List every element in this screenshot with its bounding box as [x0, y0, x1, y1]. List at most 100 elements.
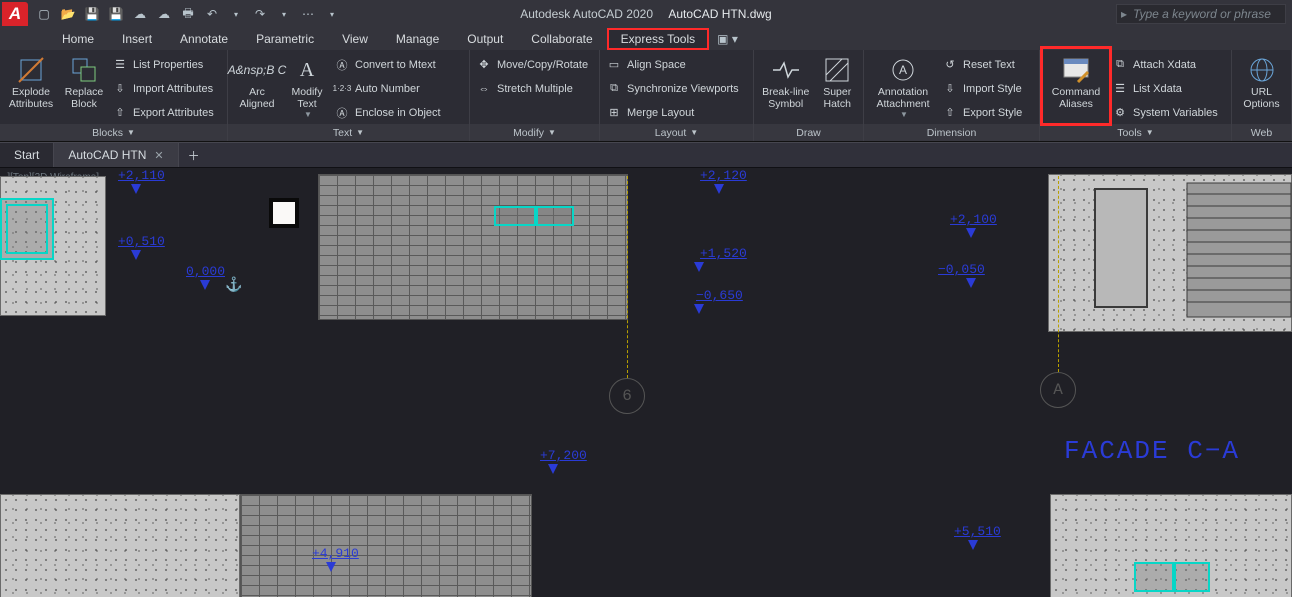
convert-mtext-icon: Ⓐ	[334, 57, 350, 73]
brick-segment	[240, 494, 532, 597]
close-icon[interactable]: ✕	[154, 149, 163, 162]
tab-home[interactable]: Home	[48, 28, 108, 50]
panel-draw-title: Draw	[754, 124, 863, 141]
app-menu-button[interactable]: A	[2, 2, 28, 26]
stretch-multiple-button[interactable]: ⇔Stretch Multiple	[476, 78, 588, 99]
modify-text-button[interactable]: A Modify Text▼	[286, 54, 328, 121]
qat-save-icon[interactable]: 💾	[84, 6, 100, 22]
tab-collaborate[interactable]: Collaborate	[517, 28, 606, 50]
super-hatch-icon	[823, 56, 851, 84]
modify-text-icon: A	[293, 56, 321, 84]
url-options-button[interactable]: URL Options	[1238, 54, 1285, 112]
qat-new-icon[interactable]: ▢	[36, 6, 52, 22]
dim-arrow-icon	[694, 304, 704, 314]
attach-xdata-button[interactable]: ⧉Attach Xdata	[1112, 54, 1218, 75]
enclose-in-object-button[interactable]: ⒶEnclose in Object	[334, 102, 441, 123]
panel-modify-title[interactable]: Modify▼	[470, 124, 599, 141]
convert-to-mtext-button[interactable]: ⒶConvert to Mtext	[334, 54, 441, 75]
dimension: −0,650	[696, 288, 743, 303]
list-xdata-button[interactable]: ☰List Xdata	[1112, 78, 1218, 99]
merge-layout-button[interactable]: ⊞Merge Layout	[606, 102, 739, 123]
panel-layout-title[interactable]: Layout▼	[600, 124, 753, 141]
qat-cloud-save-icon[interactable]: ☁	[156, 6, 172, 22]
brick-segment	[318, 174, 628, 320]
annotation-attachment-icon: A	[889, 56, 917, 84]
panel-tools: Command Aliases ⧉Attach Xdata ☰List Xdat…	[1040, 50, 1232, 141]
align-space-button[interactable]: ▭Align Space	[606, 54, 739, 75]
explode-attributes-button[interactable]: Explode Attributes	[6, 54, 56, 112]
synchronize-viewports-button[interactable]: ⧉Synchronize Viewports	[606, 78, 739, 99]
import-attributes-button[interactable]: ⇩Import Attributes	[112, 78, 214, 99]
command-aliases-button[interactable]: Command Aliases	[1046, 54, 1106, 112]
dim-arrow-icon	[966, 228, 976, 238]
window	[0, 198, 54, 260]
tab-view[interactable]: View	[328, 28, 382, 50]
qat-buttons: ▢ 📂 💾 💾 ☁ ☁ 🖶 ↶ ▾ ↷ ▾ ⋯ ▾	[36, 6, 340, 22]
auto-number-button[interactable]: 1·2·3Auto Number	[334, 78, 441, 99]
qat-undo-icon[interactable]: ↶	[204, 6, 220, 22]
search-expand-icon[interactable]: ▸	[1121, 7, 1127, 21]
dim-arrow-icon	[714, 184, 724, 194]
tab-insert[interactable]: Insert	[108, 28, 166, 50]
grid-line	[627, 176, 628, 378]
qat-redo-dd-icon[interactable]: ▾	[276, 6, 292, 22]
panel-text-title[interactable]: Text▼	[228, 124, 469, 141]
panel-tools-title[interactable]: Tools▼	[1040, 124, 1231, 141]
qat-undo-dd-icon[interactable]: ▾	[228, 6, 244, 22]
qat-redo-icon[interactable]: ↷	[252, 6, 268, 22]
export-style-button[interactable]: ⇧Export Style	[942, 102, 1022, 123]
doc-tab-current[interactable]: AutoCAD HTN✕	[54, 143, 178, 167]
export-attributes-button[interactable]: ⇧Export Attributes	[112, 102, 214, 123]
list-properties-icon: ☰	[112, 57, 128, 73]
explode-attributes-icon	[17, 56, 45, 84]
blocks-small-stack: ☰List Properties ⇩Import Attributes ⇧Exp…	[112, 54, 214, 123]
qat-overflow-icon[interactable]: ▾	[324, 6, 340, 22]
list-properties-button[interactable]: ☰List Properties	[112, 54, 214, 75]
tab-annotate[interactable]: Annotate	[166, 28, 242, 50]
reset-text-button[interactable]: ↺Reset Text	[942, 54, 1022, 75]
qat-link-icon[interactable]: ⋯	[300, 6, 316, 22]
export-style-icon: ⇧	[942, 105, 958, 121]
tab-featured-apps[interactable]: ▣ ▾	[709, 28, 746, 50]
chevron-down-icon: ▼	[304, 110, 312, 119]
move-copy-rotate-button[interactable]: ✥Move/Copy/Rotate	[476, 54, 588, 75]
tab-parametric[interactable]: Parametric	[242, 28, 328, 50]
drawing-canvas[interactable]: -][Top][2D Wireframe] +2,110 +0,510 0,00…	[0, 168, 1292, 597]
qat-cloud-open-icon[interactable]: ☁	[132, 6, 148, 22]
chevron-down-icon: ▼	[690, 128, 698, 137]
arc-aligned-button[interactable]: A&nsp;B C Arc Aligned	[234, 54, 280, 112]
merge-layout-icon: ⊞	[606, 105, 622, 121]
panel-dimension: A Annotation Attachment▼ ↺Reset Text ⇩Im…	[864, 50, 1040, 141]
panel-web: URL Options Web	[1232, 50, 1292, 141]
window	[494, 206, 574, 226]
panel-blocks-title[interactable]: Blocks▼	[0, 124, 227, 141]
tab-express-tools[interactable]: Express Tools	[607, 28, 709, 50]
qat-open-icon[interactable]: 📂	[60, 6, 76, 22]
arc-aligned-icon: A&nsp;B C	[243, 56, 271, 84]
breakline-symbol-button[interactable]: Break-line Symbol	[760, 54, 811, 112]
replace-block-button[interactable]: Replace Block	[62, 54, 106, 112]
doc-tab-start[interactable]: Start	[0, 143, 54, 167]
dimension: +1,520	[700, 246, 747, 261]
super-hatch-button[interactable]: Super Hatch	[817, 54, 857, 112]
replace-block-icon	[70, 56, 98, 84]
dimension: +0,510	[118, 234, 165, 249]
chevron-down-icon: ▼	[900, 110, 908, 119]
system-variables-button[interactable]: ⚙System Variables	[1112, 102, 1218, 123]
auto-number-icon: 1·2·3	[334, 81, 350, 97]
chevron-down-icon: ▼	[548, 128, 556, 137]
new-tab-button[interactable]: ＋	[179, 143, 209, 167]
tab-output[interactable]: Output	[453, 28, 517, 50]
import-style-button[interactable]: ⇩Import Style	[942, 78, 1022, 99]
qat-saveas-icon[interactable]: 💾	[108, 6, 124, 22]
qat-plot-icon[interactable]: 🖶	[180, 6, 196, 22]
tab-manage[interactable]: Manage	[382, 28, 453, 50]
quick-access-toolbar: A ▢ 📂 💾 💾 ☁ ☁ 🖶 ↶ ▾ ↷ ▾ ⋯ ▾ Autodesk Aut…	[0, 0, 1292, 28]
ribbon-tab-bar: Home Insert Annotate Parametric View Man…	[0, 28, 1292, 50]
grid-line	[1058, 176, 1059, 372]
chevron-down-icon: ▼	[1146, 128, 1154, 137]
annotation-attachment-button[interactable]: A Annotation Attachment▼	[870, 54, 936, 121]
enclose-icon: Ⓐ	[334, 105, 350, 121]
svg-text:A: A	[899, 63, 907, 77]
search-box[interactable]: ▸ Type a keyword or phrase	[1116, 4, 1286, 24]
